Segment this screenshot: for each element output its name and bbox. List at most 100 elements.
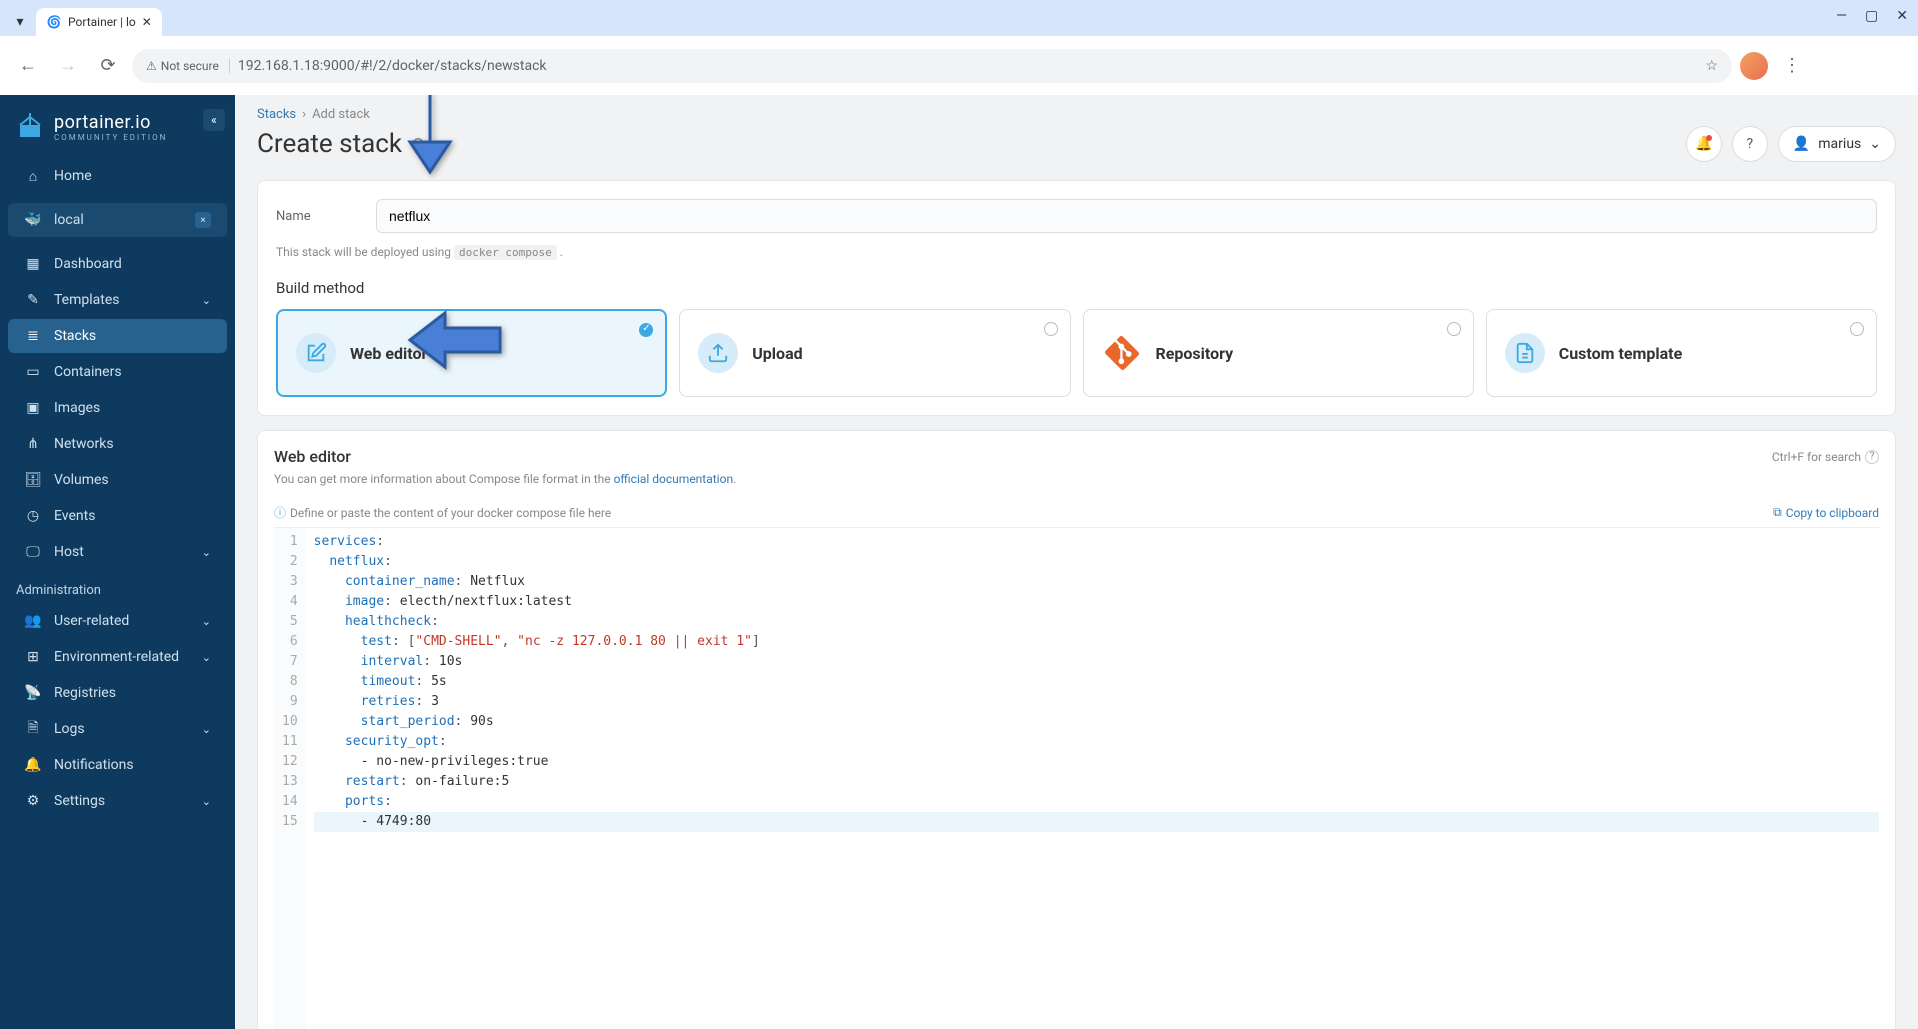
sidebar-item-host[interactable]: 🖵Host⌄ — [8, 535, 227, 569]
sidebar-item-volumes[interactable]: 🗄Volumes — [8, 463, 227, 497]
sidebar-env-local[interactable]: 🐳 local × — [8, 203, 227, 237]
sidebar-item-users[interactable]: 👥User-related⌄ — [8, 604, 227, 638]
window-maximize-icon[interactable]: ▢ — [1865, 8, 1878, 24]
brand-edition: COMMUNITY EDITION — [54, 133, 167, 142]
user-menu-button[interactable]: 👤 marius ⌄ — [1778, 126, 1896, 162]
sidebar-item-logs[interactable]: 🗎Logs⌄ — [8, 712, 227, 746]
main-content: Stacks › Add stack Create stack ⟳ 🔔 ? 👤 … — [235, 95, 1918, 1029]
name-input[interactable] — [376, 199, 1877, 233]
git-icon — [1102, 333, 1142, 373]
browser-menu-icon[interactable]: ⋮ — [1776, 50, 1808, 82]
edit-icon — [296, 333, 336, 373]
docker-icon: 🐳 — [24, 211, 42, 229]
chevron-down-icon: ⌄ — [202, 795, 211, 808]
sidebar-item-containers[interactable]: ▭Containers — [8, 355, 227, 389]
volumes-icon: 🗄 — [24, 471, 42, 489]
bell-icon: 🔔 — [24, 756, 42, 774]
portainer-logo-icon — [14, 111, 46, 143]
logs-icon: 🗎 — [24, 720, 42, 738]
radio-icon — [1447, 322, 1461, 336]
deploy-hint: This stack will be deployed using docker… — [276, 245, 1877, 259]
copy-to-clipboard-button[interactable]: ⧉ Copy to clipboard — [1773, 505, 1879, 520]
sidebar-item-networks[interactable]: ⋔Networks — [8, 427, 227, 461]
warning-icon: ⚠ — [146, 59, 157, 73]
help-button[interactable]: ? — [1732, 126, 1768, 162]
code-editor[interactable]: 123456789101112131415 services: netflux:… — [274, 527, 1879, 1029]
notification-dot-icon — [1706, 135, 1712, 141]
sidebar-item-home[interactable]: ⌂ Home — [8, 159, 227, 193]
sidebar-section-admin: Administration — [0, 571, 235, 602]
help-icon[interactable]: ? — [1865, 450, 1879, 464]
breadcrumb: Stacks › Add stack — [257, 107, 370, 122]
info-icon: ⓘ — [274, 504, 286, 521]
sidebar-item-registries[interactable]: 📡Registries — [8, 676, 227, 710]
search-shortcut-hint: Ctrl+F for search ? — [1772, 450, 1879, 464]
profile-avatar[interactable] — [1740, 52, 1768, 80]
code-content[interactable]: services: netflux: container_name: Netfl… — [306, 528, 1879, 1029]
sidebar-item-stacks[interactable]: ≣Stacks — [8, 319, 227, 353]
radio-icon — [639, 323, 653, 337]
chevron-down-icon: ⌄ — [1869, 136, 1881, 152]
sidebar-item-events[interactable]: ◷Events — [8, 499, 227, 533]
images-icon: ▣ — [24, 399, 42, 417]
networks-icon: ⋔ — [24, 435, 42, 453]
containers-icon: ▭ — [24, 363, 42, 381]
brand-name: portainer.io — [54, 112, 167, 133]
address-bar[interactable]: ⚠ Not secure 192.168.1.18:9000/#!/2/dock… — [132, 49, 1732, 83]
sidebar-item-images[interactable]: ▣Images — [8, 391, 227, 425]
star-icon[interactable]: ☆ — [1705, 58, 1718, 74]
line-gutter: 123456789101112131415 — [274, 528, 306, 1029]
stack-form-card: Name This stack will be deployed using d… — [257, 180, 1896, 416]
chevron-down-icon: ⌄ — [202, 615, 211, 628]
editor-doc-hint: You can get more information about Compo… — [274, 472, 1879, 486]
gear-icon: ⚙ — [24, 792, 42, 810]
url-text: 192.168.1.18:9000/#!/2/docker/stacks/new… — [238, 58, 547, 74]
sidebar-item-environments[interactable]: ⊞Environment-related⌄ — [8, 640, 227, 674]
method-repository[interactable]: Repository — [1083, 309, 1474, 397]
template-icon — [1505, 333, 1545, 373]
stacks-icon: ≣ — [24, 327, 42, 345]
breadcrumb-current: Add stack — [312, 107, 370, 122]
brand-logo[interactable]: portainer.io COMMUNITY EDITION — [0, 107, 235, 157]
notifications-button[interactable]: 🔔 — [1686, 126, 1722, 162]
breadcrumb-stacks[interactable]: Stacks — [257, 107, 296, 122]
browser-chrome: ▾ 🌀 Portainer | lo ✕ ← → ⟳ ⚠ Not secure … — [0, 0, 1918, 95]
dashboard-icon: ▦ — [24, 255, 42, 273]
sidebar-item-dashboard[interactable]: ▦Dashboard — [8, 247, 227, 281]
user-icon: 👤 — [1793, 136, 1810, 152]
annotation-arrow-name — [395, 95, 465, 181]
close-icon[interactable]: ✕ — [142, 15, 152, 29]
events-icon: ◷ — [24, 507, 42, 525]
help-icon: ? — [1747, 136, 1754, 152]
environments-icon: ⊞ — [24, 648, 42, 666]
build-method-label: Build method — [276, 279, 1877, 297]
radio-icon — [1044, 322, 1058, 336]
reload-button[interactable]: ⟳ — [92, 50, 124, 82]
back-button[interactable]: ← — [12, 50, 44, 82]
window-minimize-icon[interactable]: — — [1836, 8, 1847, 24]
method-upload[interactable]: Upload — [679, 309, 1070, 397]
favicon-icon: 🌀 — [46, 14, 62, 30]
templates-icon: ✎ — [24, 291, 42, 309]
home-icon: ⌂ — [24, 167, 42, 185]
tab-list-dropdown[interactable]: ▾ — [8, 8, 32, 36]
sidebar-item-settings[interactable]: ⚙Settings⌄ — [8, 784, 227, 818]
radio-icon — [1850, 322, 1864, 336]
web-editor-card: Web editor Ctrl+F for search ? You can g… — [257, 430, 1896, 1029]
sidebar-item-templates[interactable]: ✎Templates⌄ — [8, 283, 227, 317]
host-icon: 🖵 — [24, 543, 42, 561]
forward-button[interactable]: → — [52, 50, 84, 82]
close-icon[interactable]: × — [195, 212, 211, 228]
not-secure-badge[interactable]: ⚠ Not secure — [146, 59, 230, 73]
official-docs-link[interactable]: official documentation — [614, 472, 734, 486]
window-close-icon[interactable]: ✕ — [1896, 8, 1908, 24]
chevron-down-icon: ⌄ — [202, 546, 211, 559]
method-custom-template[interactable]: Custom template — [1486, 309, 1877, 397]
compose-placeholder-hint: Define or paste the content of your dock… — [290, 506, 611, 520]
collapse-sidebar-button[interactable]: « — [203, 109, 225, 131]
browser-tab[interactable]: 🌀 Portainer | lo ✕ — [36, 8, 162, 36]
chevron-down-icon: ⌄ — [202, 294, 211, 307]
sidebar-item-notifications[interactable]: 🔔Notifications — [8, 748, 227, 782]
copy-icon: ⧉ — [1773, 505, 1782, 520]
users-icon: 👥 — [24, 612, 42, 630]
